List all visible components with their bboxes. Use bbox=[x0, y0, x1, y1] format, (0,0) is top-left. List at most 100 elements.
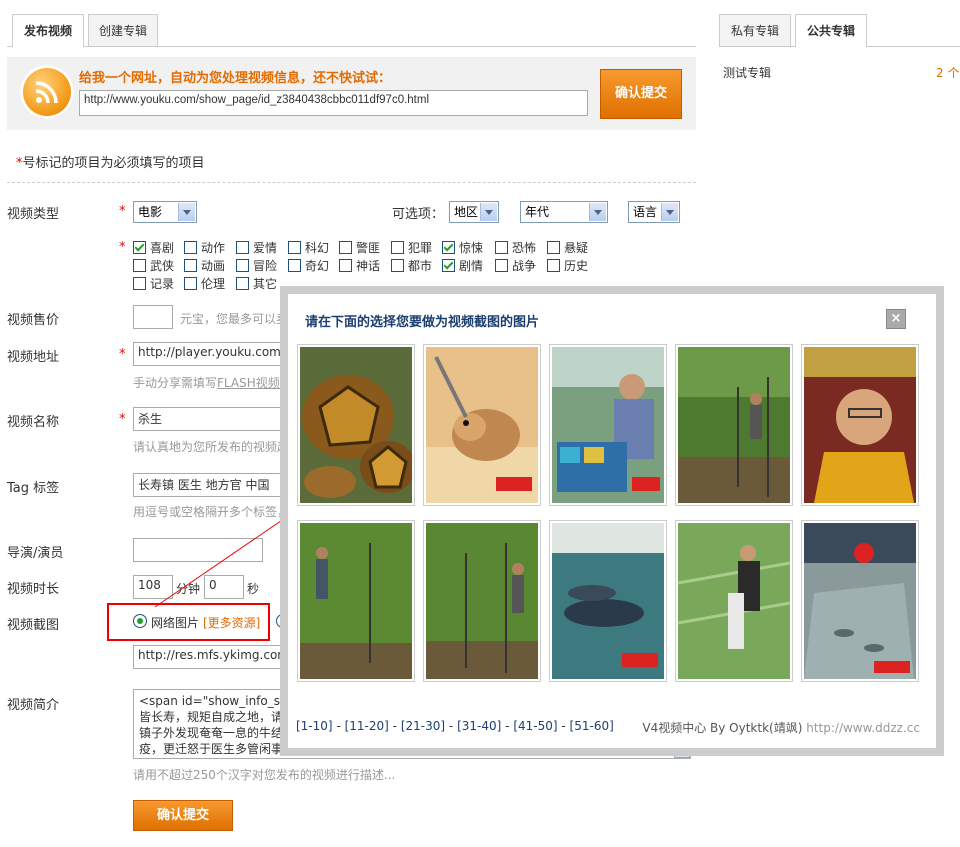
checkbox-icon[interactable] bbox=[495, 259, 508, 272]
page-link[interactable]: [51-60] bbox=[570, 719, 614, 733]
album-count: 2 个 bbox=[936, 66, 960, 80]
page-link[interactable]: [11-20] bbox=[345, 719, 389, 733]
more-resources-link[interactable]: [更多资源] bbox=[203, 614, 260, 631]
genre-label: 记录 bbox=[150, 277, 175, 291]
screenshot-radio[interactable] bbox=[133, 614, 147, 628]
thumbnail-turtles[interactable] bbox=[297, 344, 415, 506]
genre-checkbox[interactable]: 爱情 bbox=[236, 239, 277, 256]
thumbnail-hamster[interactable] bbox=[423, 344, 541, 506]
genre-checkbox[interactable]: 动作 bbox=[184, 239, 225, 256]
close-icon[interactable]: × bbox=[886, 309, 906, 329]
screenshot-url-input[interactable]: http://res.mfs.ykimg.com/0 bbox=[133, 645, 283, 669]
checkbox-checked-icon[interactable] bbox=[442, 241, 455, 254]
genre-checkbox[interactable]: 喜剧 bbox=[133, 239, 174, 256]
thumbnail-man-digging[interactable] bbox=[297, 520, 415, 682]
page-link[interactable]: [1-10] bbox=[296, 719, 333, 733]
year-select[interactable]: 年代 bbox=[520, 201, 608, 223]
video-name-label: 视频名称 bbox=[7, 415, 60, 430]
video-type-select[interactable]: 电影 bbox=[133, 201, 197, 223]
rss-icon bbox=[20, 65, 74, 119]
genre-checkbox[interactable]: 记录 bbox=[133, 275, 174, 292]
language-select[interactable]: 语言 bbox=[628, 201, 680, 223]
genre-label: 武侠 bbox=[150, 259, 175, 273]
checkbox-icon[interactable] bbox=[339, 259, 352, 272]
chevron-down-icon bbox=[661, 203, 678, 221]
checkbox-icon[interactable] bbox=[236, 277, 249, 290]
checkbox-icon[interactable] bbox=[547, 259, 560, 272]
checkbox-checked-icon[interactable] bbox=[133, 241, 146, 254]
thumbnail-woman-in-paddy[interactable] bbox=[675, 520, 793, 682]
genre-checkbox[interactable]: 悬疑 bbox=[547, 239, 588, 256]
checkbox-icon[interactable] bbox=[133, 277, 146, 290]
genre-checkbox[interactable]: 都市 bbox=[391, 257, 432, 274]
credit-url[interactable]: http://www.ddzz.cc bbox=[806, 721, 920, 735]
region-select[interactable]: 地区 bbox=[449, 201, 499, 223]
tag-input[interactable]: 长寿镇 医生 地方官 中国 bbox=[133, 473, 283, 497]
genre-checkbox[interactable]: 伦理 bbox=[184, 275, 225, 292]
tab-publish-video[interactable]: 发布视频 bbox=[12, 14, 84, 47]
genre-checkbox[interactable]: 武侠 bbox=[133, 257, 174, 274]
genre-label: 爱情 bbox=[253, 241, 278, 255]
genre-checkbox[interactable]: 历史 bbox=[547, 257, 588, 274]
album-name[interactable]: 测试专辑 bbox=[723, 64, 771, 81]
intro-hint: 请用不超过250个汉字对您发布的视频进行描述... bbox=[133, 768, 396, 782]
genre-checkbox[interactable]: 科幻 bbox=[288, 239, 329, 256]
genre-checkbox[interactable]: 警匪 bbox=[339, 239, 380, 256]
url-submit-button[interactable]: 确认提交 bbox=[600, 69, 682, 119]
price-input[interactable] bbox=[133, 305, 173, 329]
genre-label: 惊悚 bbox=[459, 241, 484, 255]
page-link[interactable]: [21-30] bbox=[401, 719, 445, 733]
checkbox-icon[interactable] bbox=[288, 259, 301, 272]
checkbox-icon[interactable] bbox=[391, 259, 404, 272]
video-address-input[interactable]: http://player.youku.com/pl bbox=[133, 342, 283, 366]
checkbox-checked-icon[interactable] bbox=[442, 259, 455, 272]
video-name-input[interactable]: 杀生 bbox=[133, 407, 283, 431]
thumbnail-fish-in-water[interactable] bbox=[549, 520, 667, 682]
page-link[interactable]: [31-40] bbox=[457, 719, 501, 733]
checkbox-icon[interactable] bbox=[184, 241, 197, 254]
genre-label: 警匪 bbox=[356, 241, 381, 255]
required-star: * bbox=[119, 347, 126, 362]
genre-checkbox[interactable]: 惊悚 bbox=[442, 239, 483, 256]
genre-checkbox[interactable]: 剧情 bbox=[442, 257, 483, 274]
optional-label: 可选项： bbox=[392, 207, 445, 222]
checkbox-icon[interactable] bbox=[236, 241, 249, 254]
pagination: [1-10] - [11-20] - [21-30] - [31-40] - [… bbox=[296, 719, 614, 733]
thumbnail-man-in-field[interactable] bbox=[675, 344, 793, 506]
credit: V4视频中心 By Oytktk(靖飒) http://www.ddzz.cc bbox=[642, 719, 920, 736]
genre-checkbox[interactable]: 动画 bbox=[184, 257, 225, 274]
checkbox-icon[interactable] bbox=[184, 277, 197, 290]
checkbox-icon[interactable] bbox=[288, 241, 301, 254]
checkbox-icon[interactable] bbox=[547, 241, 560, 254]
required-note: *号标记的项目为必须填写的项目 bbox=[16, 152, 205, 171]
checkbox-icon[interactable] bbox=[184, 259, 197, 272]
genre-checkbox[interactable]: 恐怖 bbox=[495, 239, 536, 256]
divider bbox=[7, 182, 696, 183]
genre-checkbox[interactable]: 奇幻 bbox=[288, 257, 329, 274]
video-type-value: 电影 bbox=[138, 205, 163, 219]
genre-label: 其它 bbox=[253, 277, 278, 291]
tab-create-album[interactable]: 创建专辑 bbox=[88, 14, 158, 46]
tab-public-album[interactable]: 公共专辑 bbox=[795, 14, 867, 47]
chevron-down-icon bbox=[480, 203, 497, 221]
checkbox-icon[interactable] bbox=[236, 259, 249, 272]
thumbnail-monk[interactable] bbox=[801, 344, 919, 506]
thumbnail-fish-release[interactable] bbox=[801, 520, 919, 682]
genre-checkbox[interactable]: 其它 bbox=[236, 275, 277, 292]
page-link[interactable]: [41-50] bbox=[513, 719, 557, 733]
checkbox-icon[interactable] bbox=[495, 241, 508, 254]
genre-label: 战争 bbox=[512, 259, 537, 273]
checkbox-icon[interactable] bbox=[133, 259, 146, 272]
checkbox-icon[interactable] bbox=[339, 241, 352, 254]
thumbnail-man-digging-2[interactable] bbox=[423, 520, 541, 682]
page-separator: - bbox=[505, 719, 510, 733]
thumbnail-market-stall[interactable] bbox=[549, 344, 667, 506]
genre-checkbox[interactable]: 冒险 bbox=[236, 257, 277, 274]
checkbox-icon[interactable] bbox=[391, 241, 404, 254]
url-import-input[interactable]: http://www.youku.com/show_page/id_z38404… bbox=[79, 90, 588, 116]
genre-checkbox[interactable]: 犯罪 bbox=[391, 239, 432, 256]
genre-checkbox[interactable]: 战争 bbox=[495, 257, 536, 274]
form-submit-button[interactable]: 确认提交 bbox=[133, 800, 233, 831]
genre-checkbox[interactable]: 神话 bbox=[339, 257, 380, 274]
tab-private-album[interactable]: 私有专辑 bbox=[719, 14, 791, 46]
